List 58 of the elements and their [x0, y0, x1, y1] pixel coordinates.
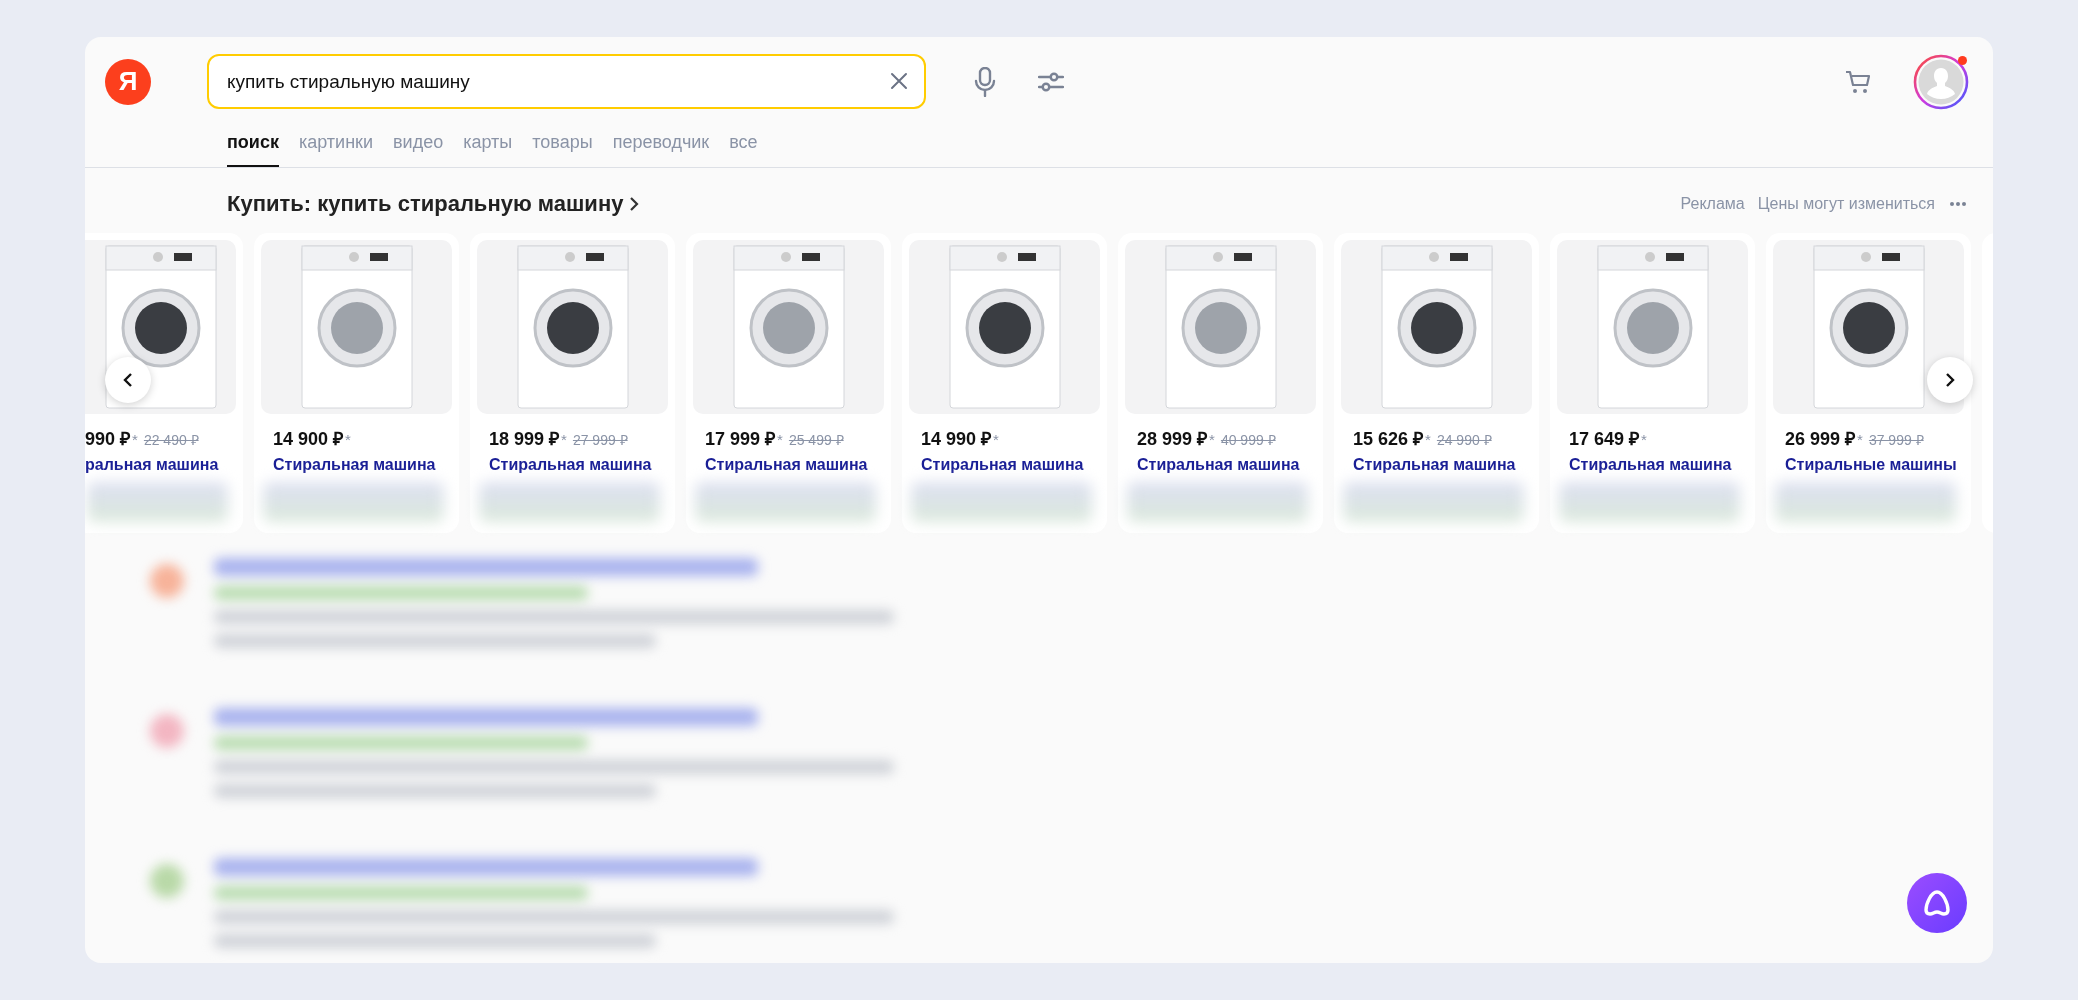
product-price: 15 626 ₽ — [1353, 428, 1424, 450]
old-price: 24 990 ₽ — [1436, 431, 1492, 449]
search-field[interactable]: купить стиральную машину — [207, 54, 926, 109]
product-card[interactable]: 15 626 ₽* 24 990 ₽ Стиральная машина — [1334, 233, 1539, 533]
product-card[interactable]: 18 999 ₽* 27 999 ₽ Стиральная машина — [470, 233, 675, 533]
logo-icon[interactable]: Я — [105, 58, 151, 105]
microphone-icon[interactable] — [974, 66, 996, 97]
product-price: 17 999 ₽ — [705, 428, 776, 450]
old-price: 27 999 ₽ — [572, 431, 628, 449]
product-price: 26 999 ₽ — [1785, 428, 1856, 450]
filters-icon[interactable] — [1038, 70, 1064, 93]
old-price: 40 999 ₽ — [1220, 431, 1276, 449]
product-title[interactable]: Стиральная машина — [1341, 450, 1532, 474]
product-title[interactable]: Стиральные машины — [1773, 450, 1964, 474]
product-card[interactable]: 14 900 ₽* Стиральная машина — [254, 233, 459, 533]
price-asterisk: * — [132, 431, 138, 448]
chevron-right-icon — [1944, 372, 1956, 388]
product-title[interactable]: Стиральная машина — [693, 450, 884, 474]
product-title[interactable]: Стиральная машина — [477, 450, 668, 474]
ad-label: Реклама — [1680, 195, 1745, 213]
product-card[interactable]: 17 649 ₽* Стиральная машина — [1550, 233, 1755, 533]
product-price: 18 999 ₽ — [489, 428, 560, 450]
product-card[interactable]: 990 ₽* 22 490 ₽ ральная машина — [85, 233, 243, 533]
product-price: 17 649 ₽ — [1569, 428, 1640, 450]
product-card[interactable]: 28 999 ₽* 40 999 ₽ Стиральная машина — [1118, 233, 1323, 533]
more-icon[interactable] — [1949, 201, 1967, 207]
price-asterisk: * — [1425, 431, 1431, 448]
price-asterisk: * — [561, 431, 567, 448]
price-asterisk: * — [1857, 431, 1863, 448]
product-title[interactable]: Стиральная машина — [1125, 450, 1316, 474]
old-price: 22 490 ₽ — [143, 431, 199, 449]
close-icon[interactable] — [890, 72, 908, 90]
search-tab[interactable]: поиск — [227, 132, 279, 167]
product-price: 14 990 ₽ — [921, 428, 992, 450]
price-asterisk: * — [993, 431, 999, 448]
product-card[interactable]: 17 999 ₽* 25 499 ₽ Стиральная машина — [686, 233, 891, 533]
price-asterisk: * — [777, 431, 783, 448]
product-card[interactable]: 14 990 ₽* Стиральная машина — [902, 233, 1107, 533]
chevron-right-icon[interactable] — [629, 196, 640, 212]
chevron-left-icon — [122, 372, 134, 388]
product-price: 28 999 ₽ — [1137, 428, 1208, 450]
product-card[interactable]: 26 999 ₽* 37 999 ₽ Стиральные машины — [1766, 233, 1971, 533]
product-price: 14 900 ₽ — [273, 428, 344, 450]
product-title[interactable]: Стиральная машина — [1557, 450, 1748, 474]
product-title[interactable]: Стиральная машина — [909, 450, 1100, 474]
product-title[interactable]: ральная машина — [85, 450, 236, 474]
cart-icon[interactable] — [1845, 69, 1873, 94]
price-asterisk: * — [345, 431, 351, 448]
shopping-heading[interactable]: Купить: купить стиральную машину — [227, 191, 624, 217]
old-price: 37 999 ₽ — [1868, 431, 1924, 449]
price-asterisk: * — [1209, 431, 1215, 448]
price-notice: Цены могут измениться — [1757, 195, 1935, 213]
product-price: 990 ₽ — [85, 428, 131, 450]
old-price: 25 499 ₽ — [788, 431, 844, 449]
avatar[interactable] — [1913, 53, 1969, 110]
assistant-button[interactable] — [1907, 873, 1967, 933]
product-title[interactable]: Стиральная машина — [261, 450, 452, 474]
price-asterisk: * — [1641, 431, 1647, 448]
